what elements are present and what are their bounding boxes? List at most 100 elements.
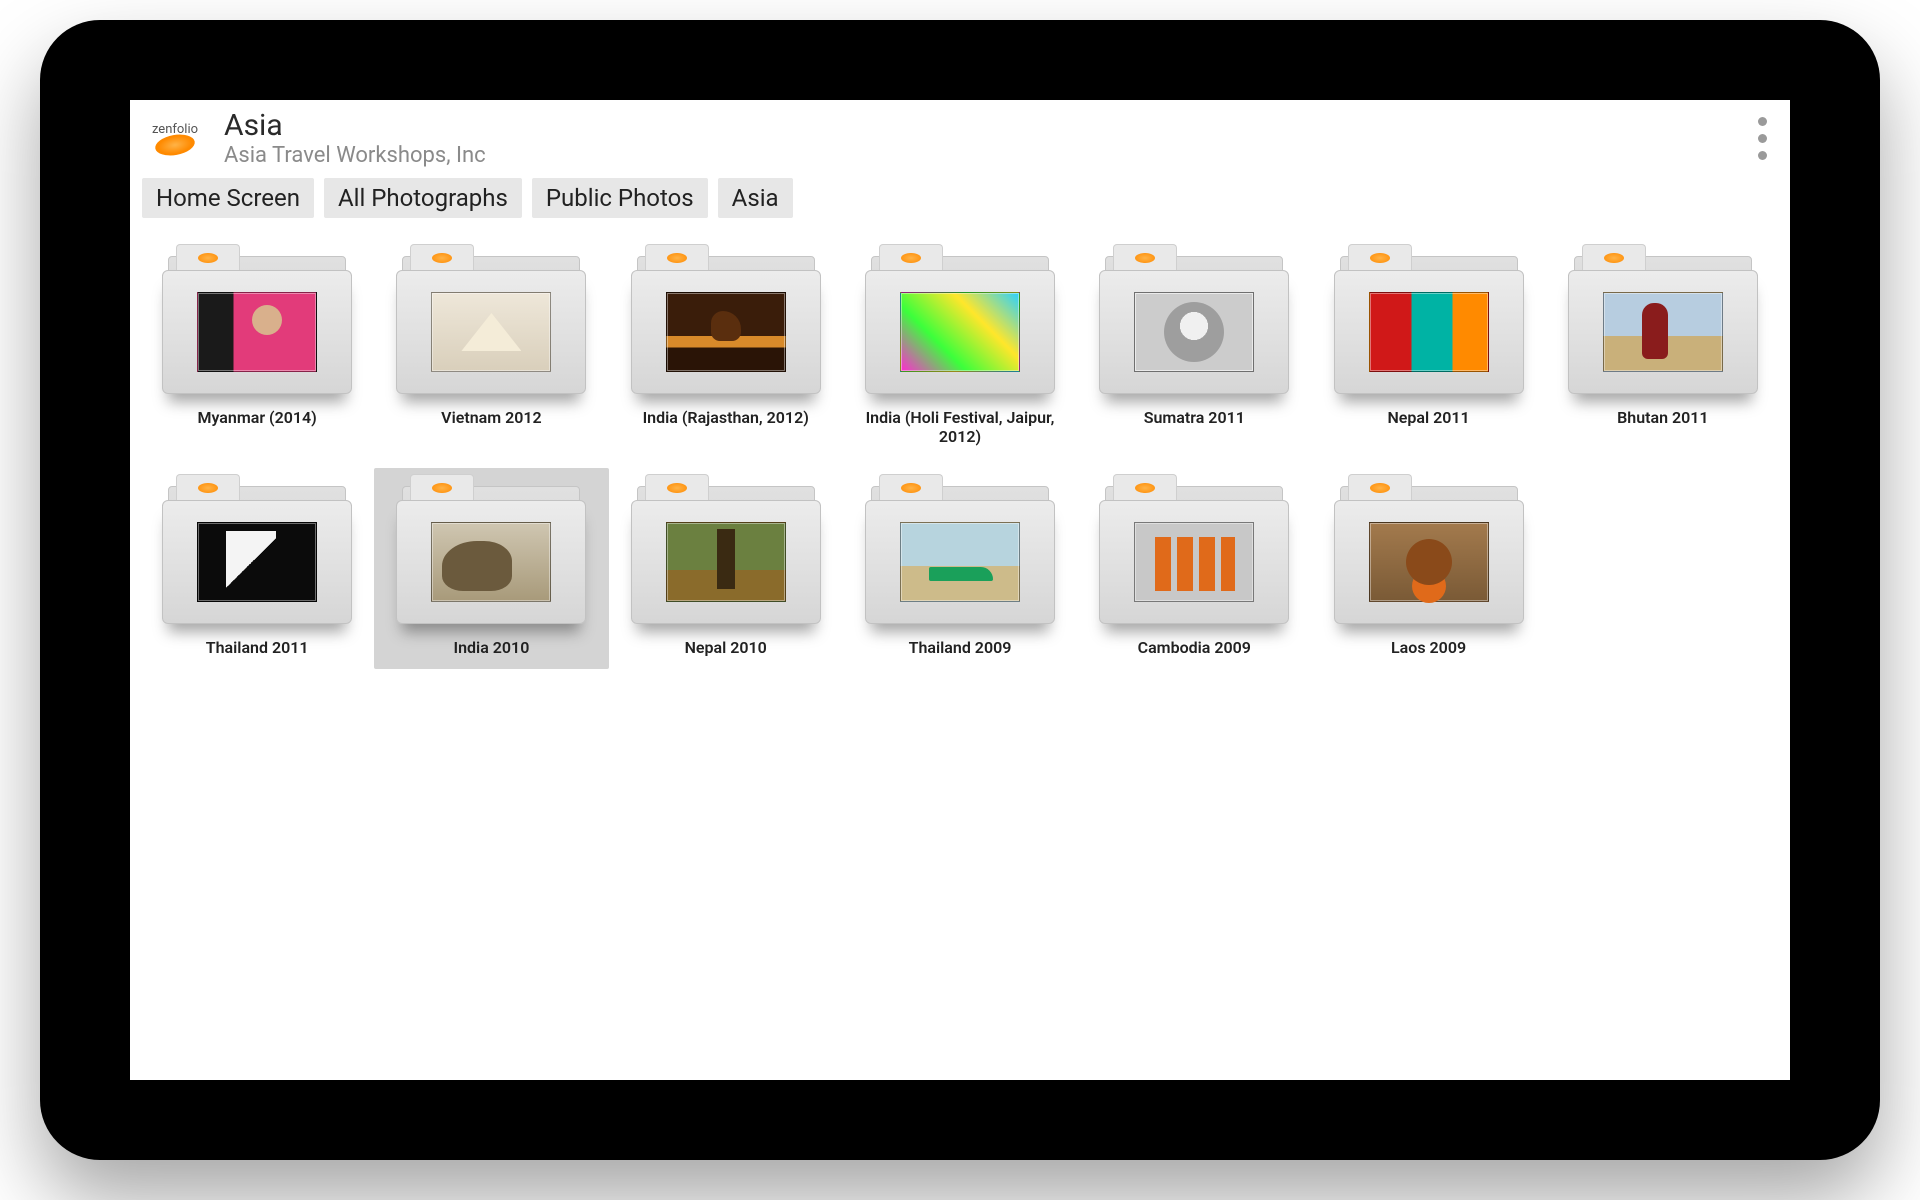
folder-thumbnail: [1369, 292, 1489, 372]
folder-item[interactable]: Thailand 2009: [843, 468, 1077, 669]
folder-front: [162, 500, 352, 624]
app-header: zenfolio Asia Asia Travel Workshops, Inc: [130, 100, 1790, 178]
brand-swirl-icon: [1604, 253, 1624, 263]
folder-item[interactable]: India (Rajasthan, 2012): [609, 238, 843, 458]
folder-label: India 2010: [454, 638, 530, 657]
folder-thumbnail: [1134, 522, 1254, 602]
folder-tab: [645, 474, 709, 500]
folder-label: Nepal 2011: [1387, 408, 1469, 427]
folder-grid[interactable]: Myanmar (2014) Vietnam 2012 India (Rajasth…: [130, 228, 1790, 1080]
folder-tab: [1113, 474, 1177, 500]
brand-swirl-icon: [1135, 253, 1155, 263]
folder-front: [396, 270, 586, 394]
folder-item[interactable]: Cambodia 2009: [1077, 468, 1311, 669]
folder-icon: [1099, 474, 1289, 624]
folder-tab: [1348, 474, 1412, 500]
folder-thumbnail: [900, 292, 1020, 372]
folder-thumbnail: [1369, 522, 1489, 602]
folder-tab: [879, 474, 943, 500]
folder-icon: [162, 474, 352, 624]
brand-logo[interactable]: zenfolio: [140, 114, 210, 162]
folder-item[interactable]: Vietnam 2012: [374, 238, 608, 458]
folder-item[interactable]: India 2010: [374, 468, 608, 669]
folder-tab: [410, 474, 474, 500]
folder-front: [865, 500, 1055, 624]
folder-item[interactable]: Nepal 2010: [609, 468, 843, 669]
brand-swirl-icon: [198, 483, 218, 493]
folder-item[interactable]: India (Holi Festival, Jaipur, 2012): [843, 238, 1077, 458]
dot-icon: [1758, 151, 1767, 160]
brand-swirl-icon: [432, 483, 452, 493]
folder-tab: [645, 244, 709, 270]
folder-icon: [396, 474, 586, 624]
folder-tab: [1113, 244, 1177, 270]
folder-label: India (Rajasthan, 2012): [643, 408, 809, 427]
folder-item[interactable]: Bhutan 2011: [1546, 238, 1780, 458]
folder-front: [631, 270, 821, 394]
folder-icon: [865, 244, 1055, 394]
brand-swirl-icon: [901, 253, 921, 263]
folder-item[interactable]: Thailand 2011: [140, 468, 374, 669]
app-screen: zenfolio Asia Asia Travel Workshops, Inc…: [130, 100, 1790, 1080]
folder-front: [1099, 500, 1289, 624]
folder-front: [865, 270, 1055, 394]
folder-label: Sumatra 2011: [1144, 408, 1245, 427]
folder-item[interactable]: Myanmar (2014): [140, 238, 374, 458]
folder-icon: [631, 244, 821, 394]
folder-thumbnail: [197, 522, 317, 602]
brand-swirl-icon: [1370, 483, 1390, 493]
folder-front: [1334, 500, 1524, 624]
folder-icon: [1334, 244, 1524, 394]
dot-icon: [1758, 117, 1767, 126]
folder-icon: [865, 474, 1055, 624]
page-subtitle: Asia Travel Workshops, Inc: [224, 143, 1734, 168]
folder-thumbnail: [197, 292, 317, 372]
folder-icon: [631, 474, 821, 624]
folder-tab: [176, 244, 240, 270]
folder-front: [1568, 270, 1758, 394]
folder-label: Thailand 2009: [909, 638, 1012, 657]
folder-icon: [396, 244, 586, 394]
folder-item[interactable]: Sumatra 2011: [1077, 238, 1311, 458]
folder-label: India (Holi Festival, Jaipur, 2012): [847, 408, 1073, 446]
folder-thumbnail: [1603, 292, 1723, 372]
folder-thumbnail: [666, 522, 786, 602]
folder-label: Cambodia 2009: [1138, 638, 1251, 657]
folder-thumbnail: [431, 292, 551, 372]
folder-label: Thailand 2011: [206, 638, 309, 657]
tablet-frame: zenfolio Asia Asia Travel Workshops, Inc…: [40, 20, 1880, 1160]
folder-front: [1099, 270, 1289, 394]
folder-icon: [162, 244, 352, 394]
folder-label: Myanmar (2014): [197, 408, 316, 427]
folder-front: [396, 500, 586, 624]
breadcrumb-bar: Home Screen All Photographs Public Photo…: [130, 178, 1790, 228]
folder-label: Nepal 2010: [685, 638, 767, 657]
brand-swirl-icon: [667, 483, 687, 493]
folder-tab: [176, 474, 240, 500]
folder-front: [631, 500, 821, 624]
folder-thumbnail: [1134, 292, 1254, 372]
stage: zenfolio Asia Asia Travel Workshops, Inc…: [0, 0, 1920, 1200]
folder-item[interactable]: Laos 2009: [1311, 468, 1545, 669]
brand-swirl-icon: [198, 253, 218, 263]
folder-front: [162, 270, 352, 394]
breadcrumb-asia[interactable]: Asia: [718, 178, 793, 218]
folder-label: Laos 2009: [1391, 638, 1466, 657]
brand-swirl-icon: [901, 483, 921, 493]
folder-icon: [1334, 474, 1524, 624]
overflow-menu-button[interactable]: [1748, 111, 1776, 166]
dot-icon: [1758, 134, 1767, 143]
brand-swirl-icon: [432, 253, 452, 263]
folder-label: Bhutan 2011: [1617, 408, 1708, 427]
breadcrumb-home-screen[interactable]: Home Screen: [142, 178, 314, 218]
brand-swirl-icon: [1370, 253, 1390, 263]
folder-item[interactable]: Nepal 2011: [1311, 238, 1545, 458]
breadcrumb-public-photos[interactable]: Public Photos: [532, 178, 708, 218]
page-title: Asia: [224, 108, 1734, 143]
brand-swirl-icon: [1135, 483, 1155, 493]
folder-front: [1334, 270, 1524, 394]
folder-label: Vietnam 2012: [441, 408, 542, 427]
breadcrumb-all-photographs[interactable]: All Photographs: [324, 178, 522, 218]
folder-icon: [1099, 244, 1289, 394]
header-titles: Asia Asia Travel Workshops, Inc: [224, 108, 1734, 168]
